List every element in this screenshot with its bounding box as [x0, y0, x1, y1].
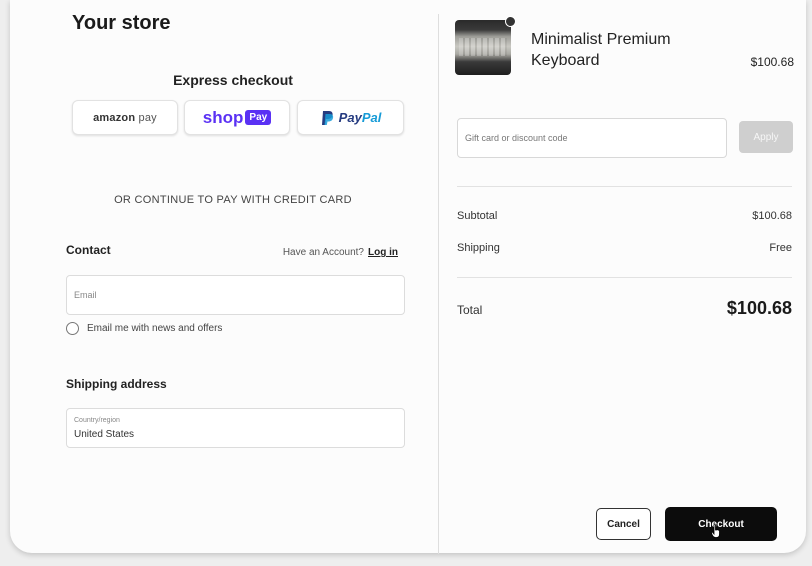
- paypal-pay: Pay: [338, 110, 362, 125]
- checkout-button[interactable]: Checkout: [665, 507, 777, 541]
- keyboard-keys-graphic: [459, 38, 507, 56]
- discount-code-field[interactable]: Gift card or discount code: [457, 118, 727, 158]
- product-image: [455, 20, 511, 75]
- store-title: Your store: [72, 12, 171, 34]
- paypal-icon: [321, 110, 333, 125]
- contact-heading: Contact: [66, 243, 111, 257]
- shop-brand: shop: [202, 107, 244, 127]
- email-placeholder: Email: [74, 290, 97, 300]
- discount-code-placeholder: Gift card or discount code: [465, 133, 568, 143]
- country-value: United States: [74, 429, 135, 440]
- shop-pay-button[interactable]: shop Pay: [184, 100, 290, 135]
- product-price: $100.68: [750, 55, 794, 69]
- amazon-pay-suffix: pay: [138, 111, 157, 124]
- country-label: Country/region: [74, 417, 120, 424]
- paypal-pal: Pal: [361, 110, 382, 125]
- hand-cursor-icon: [711, 524, 720, 538]
- divider: [457, 186, 792, 187]
- quantity-badge: [505, 16, 516, 27]
- newsletter-label: Email me with news and offers: [87, 323, 223, 334]
- express-checkout-heading: Express checkout: [173, 72, 293, 88]
- total-label: Total: [457, 303, 483, 317]
- apply-button[interactable]: Apply: [739, 121, 793, 153]
- or-divider-text: OR CONTINUE TO PAY WITH CREDIT CARD: [114, 194, 352, 206]
- product-name: Minimalist Premium Keyboard: [531, 31, 671, 69]
- column-divider: [438, 14, 439, 554]
- shipping-address-heading: Shipping address: [66, 377, 167, 391]
- account-prompt: Have an Account? Log in: [283, 247, 398, 258]
- shipping-value: Free: [769, 242, 792, 254]
- amazon-pay-logo: amazon pay: [93, 112, 157, 124]
- cancel-button[interactable]: Cancel: [596, 508, 651, 540]
- paypal-logo: PayPal: [339, 110, 382, 125]
- total-value: $100.68: [726, 298, 792, 318]
- shop-pay-badge: Pay: [245, 109, 272, 125]
- country-select[interactable]: Country/region United States: [66, 408, 405, 448]
- divider: [457, 277, 792, 278]
- subtotal-label: Subtotal: [457, 210, 498, 222]
- paypal-button[interactable]: PayPal: [297, 100, 404, 135]
- amazon-brand: amazon: [93, 111, 136, 124]
- amazon-pay-button[interactable]: amazon pay: [72, 100, 178, 135]
- shipping-label: Shipping: [457, 242, 500, 254]
- login-link[interactable]: Log in: [368, 247, 398, 258]
- newsletter-checkbox[interactable]: [66, 322, 79, 335]
- shop-pay-logo: shop Pay: [202, 107, 272, 128]
- subtotal-value: $100.68: [752, 210, 792, 222]
- have-account-text: Have an Account?: [282, 247, 364, 258]
- email-field[interactable]: Email: [66, 275, 405, 315]
